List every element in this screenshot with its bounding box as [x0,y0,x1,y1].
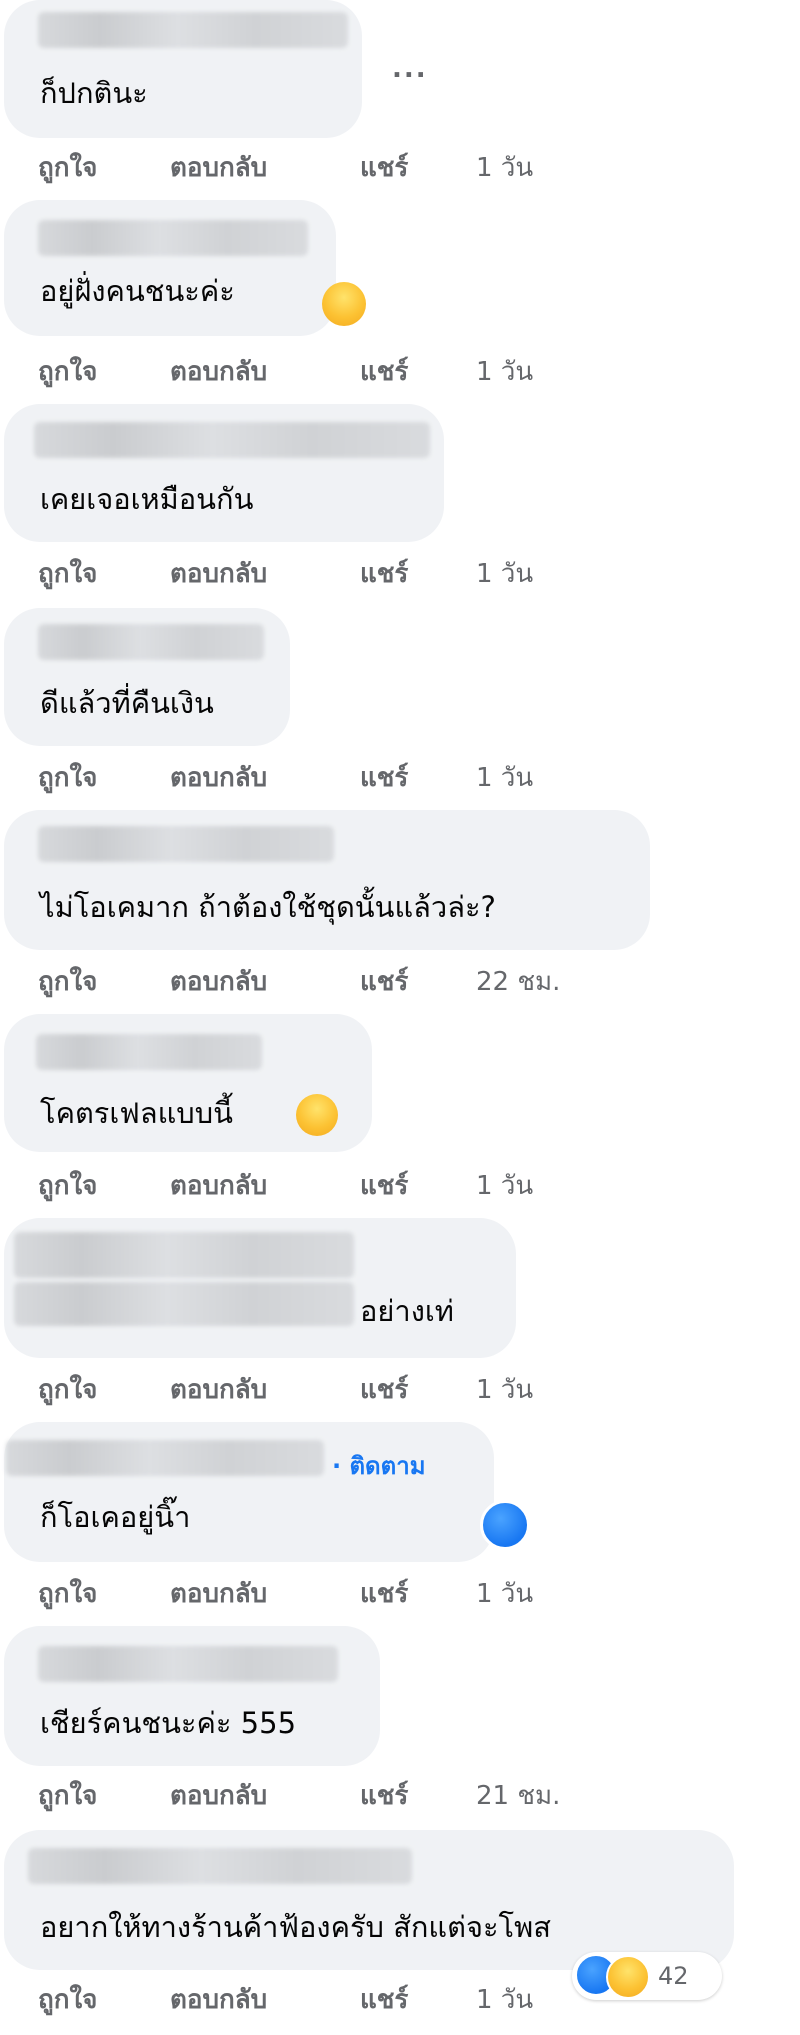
comment-timestamp[interactable]: 21 ชม. [476,1778,560,1814]
like-link[interactable]: ถูกใจ [38,1168,97,1204]
comment-text: อย่างเท่ [360,1294,454,1328]
reply-link[interactable]: ตอบกลับ [170,1982,267,2018]
reply-link[interactable]: ตอบกลับ [170,1778,267,1814]
comment-bubble: ไม่โอเคมาก ถ้าต้องใช้ชุดนั้นแล้วล่ะ? [4,810,650,950]
comment-text: อยากให้ทางร้านค้าฟ้องครับ สักแต่จะโพส [40,1910,551,1944]
comment-text: เชียร์คนชนะค่ะ 555 [40,1706,297,1740]
reply-link[interactable]: ตอบกลับ [170,760,267,796]
like-link[interactable]: ถูกใจ [38,1372,97,1408]
comment-bubble: อย่างเท่ [4,1218,516,1358]
comment-timestamp[interactable]: 1 วัน [476,1372,533,1408]
share-link[interactable]: แชร์ [360,1778,408,1814]
blurred-author-name [38,220,308,256]
pleading-face-emoji [296,1094,338,1136]
comment-text: ไม่โอเคมาก ถ้าต้องใช้ชุดนั้นแล้วล่ะ? [40,890,496,924]
reply-link[interactable]: ตอบกลับ [170,150,267,186]
blurred-author-name [38,12,348,48]
comment-bubble: อยู่ฝั่งคนชนะค่ะ [4,200,336,336]
comment-bubble: · ติดตาม ก็โอเคอยู่นิ๊า [4,1422,494,1562]
comment-timestamp[interactable]: 1 วัน [476,1982,533,2018]
reply-link[interactable]: ตอบกลับ [170,964,267,1000]
like-link[interactable]: ถูกใจ [38,1982,97,2018]
comment-timestamp[interactable]: 22 ชม. [476,964,560,1000]
comment-text: ดีแล้วที่คืนเงิน [40,686,214,720]
reaction-summary[interactable]: 42 [572,1952,722,2000]
comment-timestamp[interactable]: 1 วัน [476,760,533,796]
comment-bubble: ก็ปกตินะ [4,0,362,138]
blurred-author-name [38,826,334,862]
grinning-squint-emoji [322,282,366,326]
like-link[interactable]: ถูกใจ [38,1576,97,1612]
reply-link[interactable]: ตอบกลับ [170,1168,267,1204]
like-link[interactable]: ถูกใจ [38,354,97,390]
blurred-author-name [38,624,264,660]
comment-bubble: อยากให้ทางร้านค้าฟ้องครับ สักแต่จะโพส [4,1830,734,1970]
comment-timestamp[interactable]: 1 วัน [476,1168,533,1204]
comment-text: ก็ปกตินะ [40,76,148,110]
like-link[interactable]: ถูกใจ [38,1778,97,1814]
reply-link[interactable]: ตอบกลับ [170,354,267,390]
comment-text: ก็โอเคอยู่นิ๊า [40,1500,191,1534]
blurred-author-name [28,1848,412,1884]
share-link[interactable]: แชร์ [360,1982,408,2018]
reply-link[interactable]: ตอบกลับ [170,1372,267,1408]
comment-timestamp[interactable]: 1 วัน [476,150,533,186]
more-options-icon[interactable]: ... [392,54,428,84]
comment-bubble: ดีแล้วที่คืนเงิน [4,608,290,746]
share-link[interactable]: แชร์ [360,1168,408,1204]
reply-link[interactable]: ตอบกลับ [170,1576,267,1612]
blurred-author-name [36,1034,262,1070]
blurred-author-name [6,1440,324,1476]
reply-link[interactable]: ตอบกลับ [170,556,267,592]
comment-timestamp[interactable]: 1 วัน [476,354,533,390]
like-reaction-icon[interactable] [480,1500,530,1550]
blurred-author-name [38,1646,338,1682]
share-link[interactable]: แชร์ [360,354,408,390]
share-link[interactable]: แชร์ [360,556,408,592]
share-link[interactable]: แชร์ [360,150,408,186]
follow-link[interactable]: · ติดตาม [332,1446,426,1485]
share-link[interactable]: แชร์ [360,1372,408,1408]
blurred-comment-text [14,1282,354,1326]
comment-bubble: เคยเจอเหมือนกัน [4,404,444,542]
haha-reaction-icon [606,1955,650,1999]
comment-text: โคตรเฟลแบบนี้ [40,1096,233,1130]
blurred-author-name [14,1232,354,1278]
like-link[interactable]: ถูกใจ [38,150,97,186]
comment-text: อยู่ฝั่งคนชนะค่ะ [40,274,235,308]
blurred-author-name [34,422,430,458]
share-link[interactable]: แชร์ [360,760,408,796]
like-link[interactable]: ถูกใจ [38,760,97,796]
comment-timestamp[interactable]: 1 วัน [476,556,533,592]
comment-bubble: เชียร์คนชนะค่ะ 555 [4,1626,380,1766]
reaction-count: 42 [658,1962,689,1990]
share-link[interactable]: แชร์ [360,964,408,1000]
comment-text: เคยเจอเหมือนกัน [40,482,254,516]
like-link[interactable]: ถูกใจ [38,964,97,1000]
like-link[interactable]: ถูกใจ [38,556,97,592]
share-link[interactable]: แชร์ [360,1576,408,1612]
comment-timestamp[interactable]: 1 วัน [476,1576,533,1612]
